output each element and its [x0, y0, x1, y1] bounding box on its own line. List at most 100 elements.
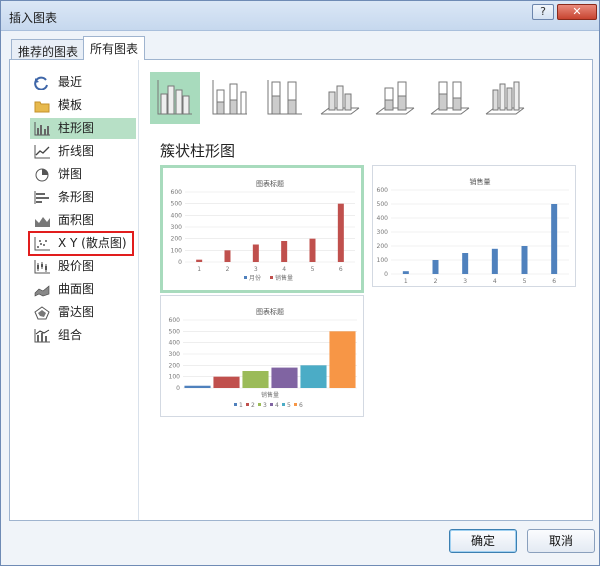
close-button[interactable]: ✕ [557, 4, 597, 20]
x-tick-label: 4 [282, 266, 286, 273]
y-tick-label: 200 [169, 362, 181, 369]
legend-swatch [258, 403, 261, 406]
sidebar-item-label: 条形图 [58, 190, 95, 204]
y-tick-label: 100 [377, 257, 389, 264]
subtype-gallery [150, 72, 580, 124]
preview-title: 销售量 [470, 177, 491, 186]
sidebar-item-area[interactable]: 面积图 [30, 210, 136, 231]
x-tick-label: 1 [197, 266, 201, 273]
tab-recommended-charts[interactable]: 推荐的图表 [11, 39, 86, 60]
x-tick-label: 6 [339, 266, 343, 273]
chart-preview-3[interactable]: 图表标题 0 100 200 300 400 500 600 销售量 1 2 3 4 5 6 [160, 295, 364, 417]
subtype-3d-clustered-column[interactable] [315, 72, 365, 124]
bar [213, 376, 240, 388]
y-tick-label: 0 [178, 259, 182, 266]
bar [300, 365, 327, 388]
y-tick-label: 600 [377, 187, 389, 194]
y-tick-label: 500 [171, 201, 183, 208]
sidebar-item-surface[interactable]: 曲面图 [30, 279, 136, 300]
chart-preview-1[interactable]: 图表标题 0 100 200 300 400 500 600 1 2 3 4 5 6 月份 销售量 [160, 165, 364, 293]
sidebar-item-pie[interactable]: 饼图 [30, 164, 136, 185]
legend-swatch [294, 403, 297, 406]
y-tick-label: 200 [171, 236, 183, 243]
cancel-button[interactable]: 取消 [527, 529, 595, 553]
surface-chart-icon [34, 285, 50, 297]
sidebar-item-line[interactable]: 折线图 [30, 141, 136, 162]
legend-label: 销售量 [275, 274, 293, 282]
combo-chart-icon [34, 329, 50, 343]
y-tick-label: 100 [171, 247, 183, 254]
legend-label: 4 [275, 402, 279, 409]
bar [184, 385, 211, 388]
pie-chart-icon [35, 168, 49, 182]
legend-label: 1 [239, 402, 243, 409]
tab-all-charts[interactable]: 所有图表 [83, 36, 146, 60]
legend-swatch [244, 276, 247, 279]
sidebar-item-label: 雷达图 [58, 305, 95, 319]
y-tick-label: 200 [377, 243, 389, 250]
subtype-percent-stacked-column[interactable] [260, 72, 310, 124]
y-tick-label: 400 [169, 340, 181, 347]
sidebar-item-label: 柱形图 [58, 121, 95, 135]
subtype-3d-column[interactable] [480, 72, 530, 124]
tab-strip: 推荐的图表 所有图表 [1, 31, 599, 60]
bar [462, 253, 469, 274]
x-tick-label: 5 [311, 266, 315, 273]
subtype-stacked-column[interactable] [205, 72, 255, 124]
radar-chart-icon [34, 306, 50, 320]
insert-chart-dialog: 插入图表 ? ✕ 推荐的图表 所有图表 最近 模板 柱形图 折线图 饼图 条形图… [0, 0, 600, 566]
sidebar-item-stock[interactable]: 股价图 [30, 256, 136, 277]
3d-percent-stacked-column-icon [430, 81, 470, 115]
y-tick-label: 600 [169, 317, 181, 324]
subtype-heading: 簇状柱形图 [160, 142, 236, 160]
chart-preview-3-plot: 图表标题 0 100 200 300 400 500 600 销售量 1 2 3 4 5 6 [169, 307, 357, 409]
ok-button[interactable]: 确定 [449, 529, 517, 553]
legend-label: 月份 [249, 274, 261, 282]
sidebar-item-combo[interactable]: 组合 [30, 325, 136, 346]
x-tick-label: 6 [552, 278, 556, 285]
chart-type-list: 最近 模板 柱形图 折线图 饼图 条形图 面积图 X Y (散点图) 股价图 曲… [10, 60, 139, 520]
subtype-3d-percent-stacked-column[interactable] [425, 72, 475, 124]
sidebar-item-radar[interactable]: 雷达图 [30, 302, 136, 323]
sidebar-item-bar[interactable]: 条形图 [30, 187, 136, 208]
sidebar-item-column[interactable]: 柱形图 [30, 118, 136, 139]
y-tick-label: 0 [176, 385, 180, 392]
y-tick-label: 500 [169, 328, 181, 335]
percent-stacked-column-icon [267, 80, 302, 115]
sidebar-item-label: 曲面图 [58, 282, 95, 296]
3d-clustered-column-icon [320, 85, 360, 115]
x-tick-label: 4 [493, 278, 497, 285]
sidebar-item-recent[interactable]: 最近 [30, 72, 136, 93]
chart-preview-2-plot: 销售量 0 100 200 300 400 500 600 1 2 3 4 5 6 [377, 177, 569, 285]
sidebar-item-label: 最近 [58, 75, 83, 89]
bar [402, 271, 409, 274]
bar [329, 331, 356, 388]
sidebar-item-templates[interactable]: 模板 [30, 95, 136, 116]
title-bar: 插入图表 ? ✕ [1, 1, 599, 31]
preview-title: 图表标题 [256, 307, 284, 316]
chart-preview-1-plot: 图表标题 0 100 200 300 400 500 600 1 2 3 4 5 6 月份 销售量 [171, 179, 355, 282]
bar [242, 371, 269, 388]
3d-stacked-column-icon [375, 81, 415, 115]
sidebar-item-scatter[interactable]: X Y (散点图) [28, 231, 134, 256]
y-tick-label: 300 [171, 224, 183, 231]
scatter-chart-icon [34, 237, 50, 251]
subtype-clustered-column[interactable] [150, 72, 200, 124]
bar [309, 238, 316, 262]
chart-preview-2[interactable]: 销售量 0 100 200 300 400 500 600 1 2 3 4 5 6 [372, 165, 576, 287]
folder-icon [34, 101, 50, 113]
preview-title: 图表标题 [256, 179, 284, 188]
bar [281, 241, 288, 262]
y-tick-label: 500 [377, 201, 389, 208]
clustered-column-icon [157, 80, 192, 115]
help-button[interactable]: ? [532, 4, 554, 20]
bar [432, 260, 439, 274]
recent-icon [34, 76, 48, 90]
subtype-3d-stacked-column[interactable] [370, 72, 420, 124]
legend-swatch [234, 403, 237, 406]
sidebar-item-label: 股价图 [58, 259, 95, 273]
sidebar-item-label: 组合 [58, 328, 83, 342]
stock-chart-icon [34, 260, 50, 274]
window-title: 插入图表 [9, 11, 58, 25]
x-tick-label: 3 [254, 266, 258, 273]
